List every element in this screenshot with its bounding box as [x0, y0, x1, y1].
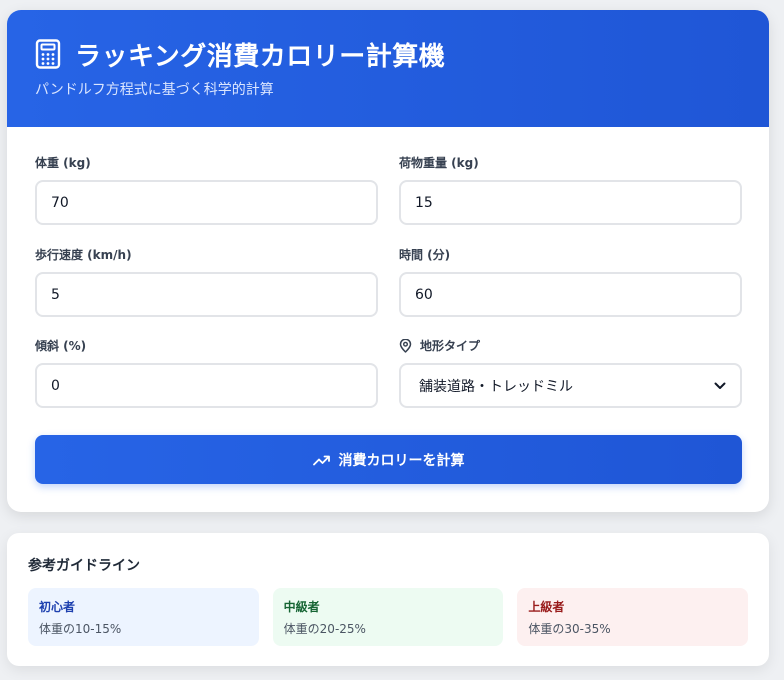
time-field-group: 時間 (分) [399, 247, 742, 317]
load-label: 荷物重量 (kg) [399, 156, 479, 170]
speed-field-group: 歩行速度 (km/h) [35, 247, 378, 317]
chevron-down-icon [714, 382, 726, 389]
load-field-group: 荷物重量 (kg) [399, 155, 742, 225]
speed-input[interactable] [35, 272, 378, 317]
page-subtitle: パンドルフ方程式に基づく科学的計算 [35, 82, 274, 98]
time-label: 時間 (分) [399, 248, 451, 262]
terrain-selected-value: 舗装道路・トレッドミル [419, 378, 573, 395]
load-input[interactable] [399, 180, 742, 225]
calculate-button[interactable]: 消費カロリーを計算 [35, 435, 742, 484]
terrain-label-row: 地形タイプ [399, 338, 742, 354]
trending-up-icon [312, 455, 330, 465]
grade-field-group: 傾斜 (%) [35, 338, 378, 408]
level-desc: 体重の30-35% [528, 622, 611, 636]
input-form: 体重 (kg) 荷物重量 (kg) 歩行速度 (km/h) 時間 (分) 傾斜 … [7, 127, 769, 427]
weight-label: 体重 (kg) [35, 156, 91, 170]
guidelines-levels: 初心者 体重の10-15% 中級者 体重の20-25% 上級者 体重の30-35… [28, 588, 749, 646]
header: ラッキング消費カロリー計算機 パンドルフ方程式に基づく科学的計算 [7, 10, 769, 127]
grade-input[interactable] [35, 363, 378, 408]
level-advanced: 上級者 体重の30-35% [517, 588, 749, 646]
speed-label: 歩行速度 (km/h) [35, 248, 132, 262]
page-title: ラッキング消費カロリー計算機 [75, 41, 446, 72]
terrain-select[interactable]: 舗装道路・トレッドミル [399, 363, 742, 408]
level-name: 初心者 [39, 600, 76, 614]
weight-field-group: 体重 (kg) [35, 155, 378, 225]
level-intermediate: 中級者 体重の20-25% [272, 588, 504, 646]
calculate-button-label: 消費カロリーを計算 [338, 452, 465, 469]
title-row: ラッキング消費カロリー計算機 [35, 37, 741, 72]
map-pin-icon [399, 339, 412, 353]
level-desc: 体重の20-25% [283, 622, 366, 636]
calculator-icon [35, 39, 61, 69]
calculator-card: ラッキング消費カロリー計算機 パンドルフ方程式に基づく科学的計算 体重 (kg)… [7, 10, 769, 512]
level-beginner: 初心者 体重の10-15% [28, 588, 259, 646]
guidelines-title: 参考ガイドライン [28, 558, 140, 574]
level-name: 中級者 [283, 600, 320, 614]
time-input[interactable] [399, 272, 742, 317]
level-desc: 体重の10-15% [39, 622, 122, 636]
terrain-label: 地形タイプ [420, 339, 481, 353]
level-name: 上級者 [528, 600, 565, 614]
weight-input[interactable] [35, 180, 378, 225]
terrain-field-group: 地形タイプ 舗装道路・トレッドミル [399, 338, 742, 408]
grade-label: 傾斜 (%) [35, 339, 87, 353]
guidelines-card: 参考ガイドライン 初心者 体重の10-15% 中級者 体重の20-25% 上級者… [7, 533, 769, 666]
